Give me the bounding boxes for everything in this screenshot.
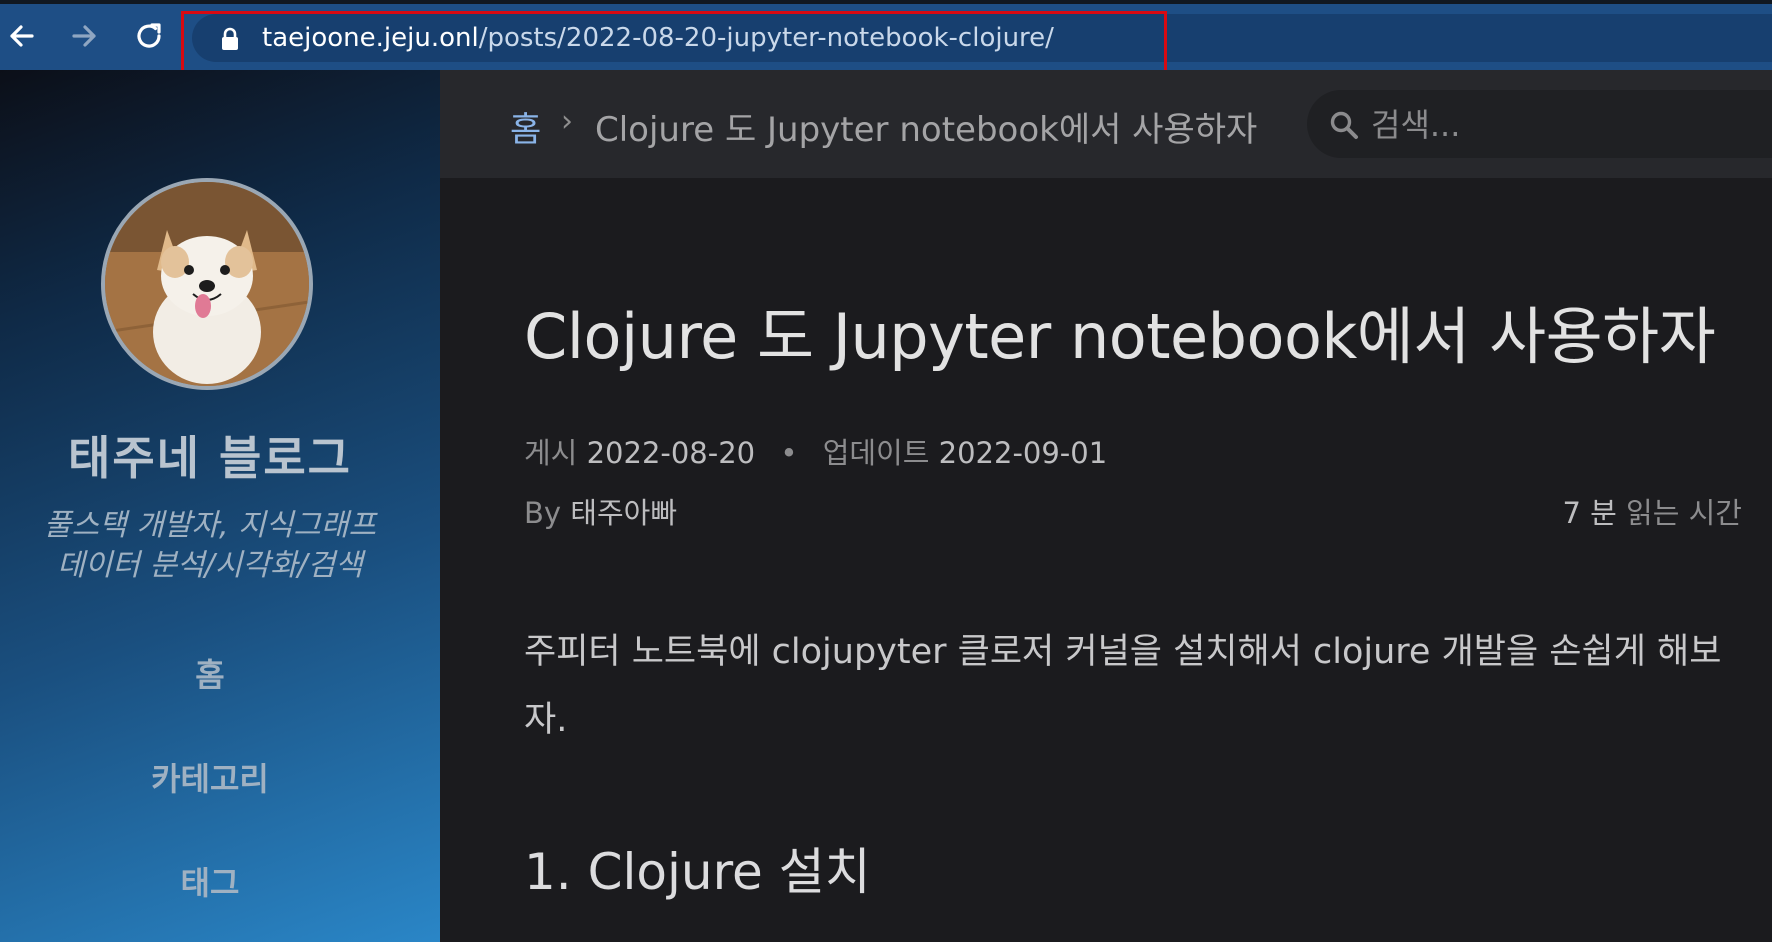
search-input[interactable]	[1369, 102, 1753, 148]
read-time: 7 분 읽는 시간	[1562, 490, 1742, 532]
posted-label: 게시	[524, 436, 578, 470]
sidebar-item-categories[interactable]: 카테고리	[0, 754, 420, 800]
reload-icon	[137, 23, 161, 48]
search-icon	[1330, 111, 1358, 139]
content-topbar: 홈 › Clojure 도 Jupyter notebook에서 사용하자	[440, 70, 1772, 178]
author-name: 태주아빠	[570, 496, 678, 530]
site-subtitle: 풀스택 개발자, 지식그래프 데이터 분석/시각화/검색	[0, 506, 420, 586]
sidebar-item-home[interactable]: 홈	[0, 650, 420, 696]
back-arrow-icon	[10, 25, 34, 47]
subtitle-line: 데이터 분석/시각화/검색	[57, 548, 363, 583]
reload-button[interactable]	[130, 16, 170, 56]
meta-separator-dot: •	[780, 436, 798, 470]
by-label: By	[524, 496, 562, 530]
breadcrumb-current: Clojure 도 Jupyter notebook에서 사용하자	[595, 110, 1258, 150]
breadcrumb-separator: ›	[561, 104, 573, 139]
sidebar-item-tags[interactable]: 태그	[0, 858, 420, 904]
post-author: By 태주아빠	[524, 490, 677, 532]
posted-date: 2022-08-20	[586, 436, 756, 470]
breadcrumb-home-link[interactable]: 홈	[510, 102, 541, 151]
forward-arrow-icon	[72, 25, 96, 47]
read-minutes: 7 분	[1562, 496, 1617, 530]
avatar-dog-photo	[105, 182, 309, 386]
search-box[interactable]	[1307, 90, 1772, 158]
back-button[interactable]	[2, 16, 42, 56]
avatar[interactable]	[101, 178, 313, 390]
read-time-label: 읽는 시간	[1626, 496, 1742, 530]
post-title: Clojure 도 Jupyter notebook에서 사용하자	[524, 300, 1716, 373]
post-intro-paragraph: 주피터 노트북에 clojupyter 클로저 커널을 설치해서 clojure…	[524, 632, 1722, 740]
updated-label: 업데이트	[822, 436, 930, 470]
subtitle-line: 풀스택 개발자, 지식그래프	[43, 508, 377, 543]
section-heading: 1. Clojure 설치	[524, 843, 871, 901]
site-title[interactable]: 태주네 블로그	[0, 422, 420, 488]
browser-toolbar: taejoone.jeju.onl/posts/2022-08-20-jupyt…	[0, 0, 1772, 87]
updated-date: 2022-09-01	[938, 436, 1108, 470]
forward-button[interactable]	[64, 16, 104, 56]
sidebar: 태주네 블로그 풀스택 개발자, 지식그래프 데이터 분석/시각화/검색 홈 카…	[0, 70, 440, 942]
post-dates: 게시 2022-08-20 • 업데이트 2022-09-01	[524, 430, 1107, 472]
